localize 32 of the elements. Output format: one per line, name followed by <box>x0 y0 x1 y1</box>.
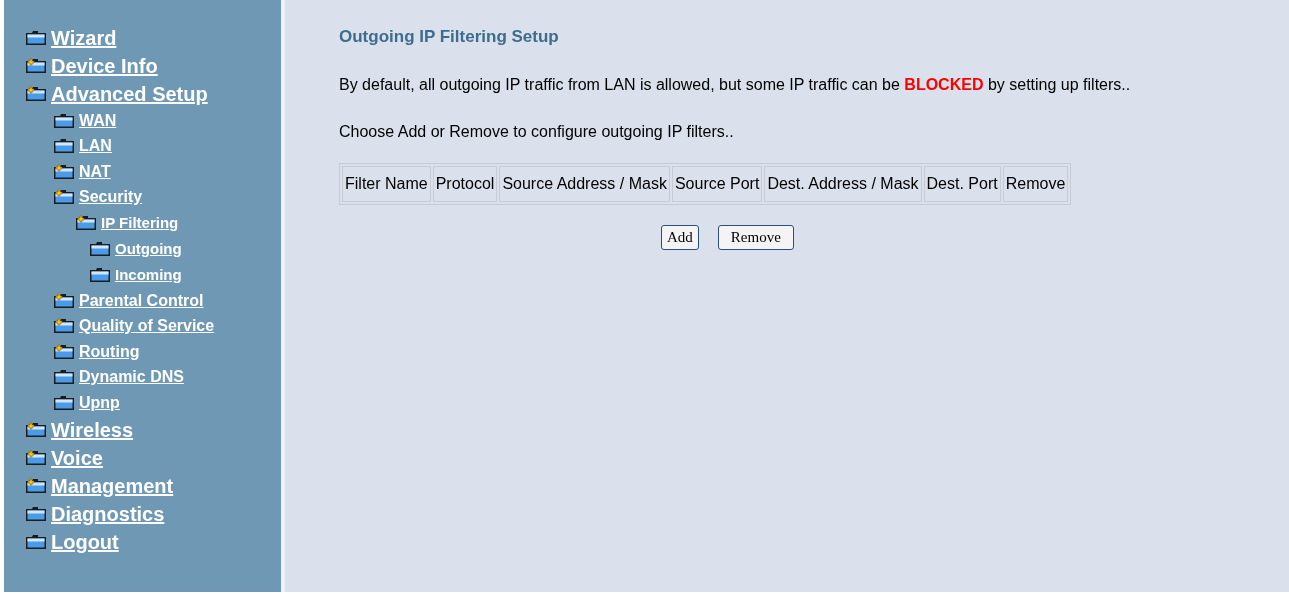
column-header: Filter Name <box>342 165 431 202</box>
instruction-text: Choose Add or Remove to configure outgoing IP filters.. <box>339 121 735 142</box>
sidebar-link[interactable]: WAN <box>79 108 117 133</box>
add-button[interactable]: Add <box>661 224 699 250</box>
remove-button[interactable]: Remove <box>717 224 794 250</box>
sidebar-link[interactable]: Management <box>51 470 174 501</box>
sidebar-link[interactable]: LAN <box>79 134 112 159</box>
sidebar-link[interactable]: Upnp <box>79 390 120 415</box>
sidebar-link[interactable]: IP Filtering <box>101 211 179 235</box>
sidebar-link[interactable]: Quality of Service <box>79 314 215 339</box>
sidebar-link[interactable]: Parental Control <box>79 288 204 313</box>
column-header: Dest. Address / Mask <box>764 165 922 202</box>
sidebar-link[interactable]: Dynamic DNS <box>79 365 184 390</box>
sidebar-link[interactable]: Wizard <box>51 23 117 53</box>
column-header: Remove <box>1002 165 1069 202</box>
sidebar-link[interactable]: Outgoing <box>115 237 182 261</box>
sidebar-link[interactable]: Security <box>79 185 143 210</box>
sidebar-link[interactable]: Voice <box>51 442 103 473</box>
sidebar-link[interactable]: Device Info <box>51 51 158 81</box>
column-header: Source Address / Mask <box>499 165 670 202</box>
sidebar-link[interactable]: Logout <box>51 526 119 557</box>
sidebar-link[interactable]: Routing <box>79 339 140 364</box>
sidebar-link[interactable]: Wireless <box>51 414 134 445</box>
sidebar-link[interactable]: NAT <box>79 159 111 184</box>
column-header: Protocol <box>432 165 498 202</box>
column-header: Source Port <box>671 165 763 202</box>
sidebar-link[interactable]: Advanced Setup <box>51 79 208 109</box>
sidebar-link[interactable]: Incoming <box>115 263 182 287</box>
page-title: Outgoing IP Filtering Setup <box>339 26 560 48</box>
sidebar-link[interactable]: Diagnostics <box>51 498 165 529</box>
description-text: By default, all outgoing IP traffic from LAN is allowed, but some IP traffic can be BLOCKED by setting up filters.. <box>339 74 1132 95</box>
column-header: Dest. Port <box>923 165 1001 202</box>
